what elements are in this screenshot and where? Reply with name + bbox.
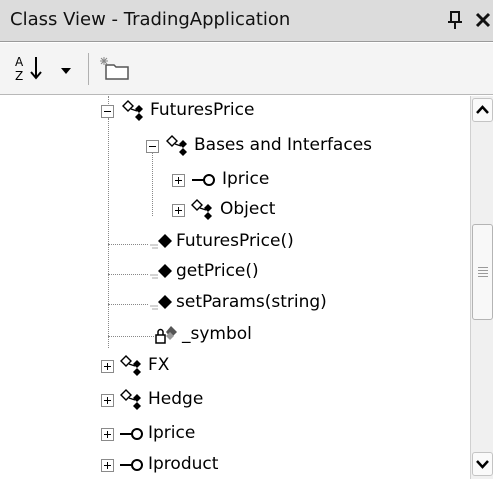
tree-item-method-futuresprice[interactable]: FuturesPrice() [0, 228, 470, 258]
interface-icon [118, 422, 144, 446]
tree-item-label: _symbol [182, 324, 252, 344]
scrollbar-thumb[interactable] [472, 224, 493, 320]
tree-item-label: getPrice() [176, 261, 259, 281]
grip-line [478, 276, 488, 277]
scroll-up-button[interactable] [472, 98, 493, 122]
tree-item-label: Iprice [148, 423, 196, 443]
collapse-icon[interactable] [101, 105, 114, 118]
tree-item-fx[interactable]: FX [0, 352, 470, 382]
sort-alphabetical-icon[interactable]: A Z [14, 53, 44, 83]
tree-item-label: Iproduct [148, 454, 219, 474]
expand-icon[interactable] [101, 459, 114, 472]
grip-line [478, 267, 488, 268]
svg-text:Z: Z [15, 69, 23, 83]
grip-line [478, 273, 488, 274]
new-folder-icon[interactable] [98, 53, 134, 85]
tree-item-hedge[interactable]: Hedge [0, 386, 470, 416]
class-icon [122, 99, 148, 123]
class-icon [120, 388, 146, 412]
tree-item-label: Hedge [148, 389, 204, 409]
expand-icon[interactable] [172, 204, 185, 217]
svg-text:A: A [15, 55, 24, 69]
tree-item-label: FuturesPrice [150, 100, 255, 120]
expand-icon[interactable] [101, 360, 114, 373]
title-bar: Class View - TradingApplication [0, 0, 493, 42]
method-icon [148, 260, 174, 284]
expand-icon[interactable] [172, 174, 185, 187]
tree-item-object[interactable]: Object [0, 196, 470, 226]
private-field-icon [154, 323, 180, 347]
tree-item-method-setparams[interactable]: setParams(string) [0, 289, 470, 319]
tree-item-field-symbol[interactable]: _symbol [0, 321, 470, 351]
vertical-scrollbar[interactable] [470, 96, 493, 479]
expand-icon[interactable] [101, 394, 114, 407]
toolbar: A Z [0, 43, 493, 95]
pin-icon[interactable] [442, 6, 468, 34]
class-icon [166, 134, 192, 158]
tree-item-iprice[interactable]: Iprice [0, 166, 470, 196]
tree-item-futuresprice[interactable]: FuturesPrice [0, 97, 470, 127]
window-title: Class View - TradingApplication [10, 9, 291, 30]
collapse-icon[interactable] [146, 140, 159, 153]
expand-icon[interactable] [101, 428, 114, 441]
close-icon[interactable] [470, 6, 493, 34]
tree-item-label: Object [220, 199, 276, 219]
tree-item-method-getprice[interactable]: getPrice() [0, 258, 470, 288]
class-icon [120, 354, 146, 378]
interface-icon [118, 453, 144, 477]
toolbar-separator [88, 53, 89, 85]
interface-icon [190, 168, 216, 192]
class-tree[interactable]: FuturesPrice Bases and Interfaces Iprice [0, 96, 470, 479]
chevron-down-icon[interactable] [60, 61, 72, 74]
scroll-down-button[interactable] [472, 452, 493, 476]
tree-item-iproduct[interactable]: Iproduct [0, 451, 470, 479]
tree-item-bases-and-interfaces[interactable]: Bases and Interfaces [0, 132, 470, 162]
method-icon [148, 291, 174, 315]
tree-item-label: Bases and Interfaces [194, 135, 373, 155]
tree-item-label: setParams(string) [176, 292, 327, 312]
method-icon [148, 230, 174, 254]
class-icon [191, 198, 217, 222]
tree-item-iprice-root[interactable]: Iprice [0, 420, 470, 450]
tree-item-label: FuturesPrice() [176, 231, 294, 251]
grip-line [478, 270, 488, 271]
tree-item-label: FX [148, 355, 170, 375]
tree-item-label: Iprice [222, 169, 270, 189]
